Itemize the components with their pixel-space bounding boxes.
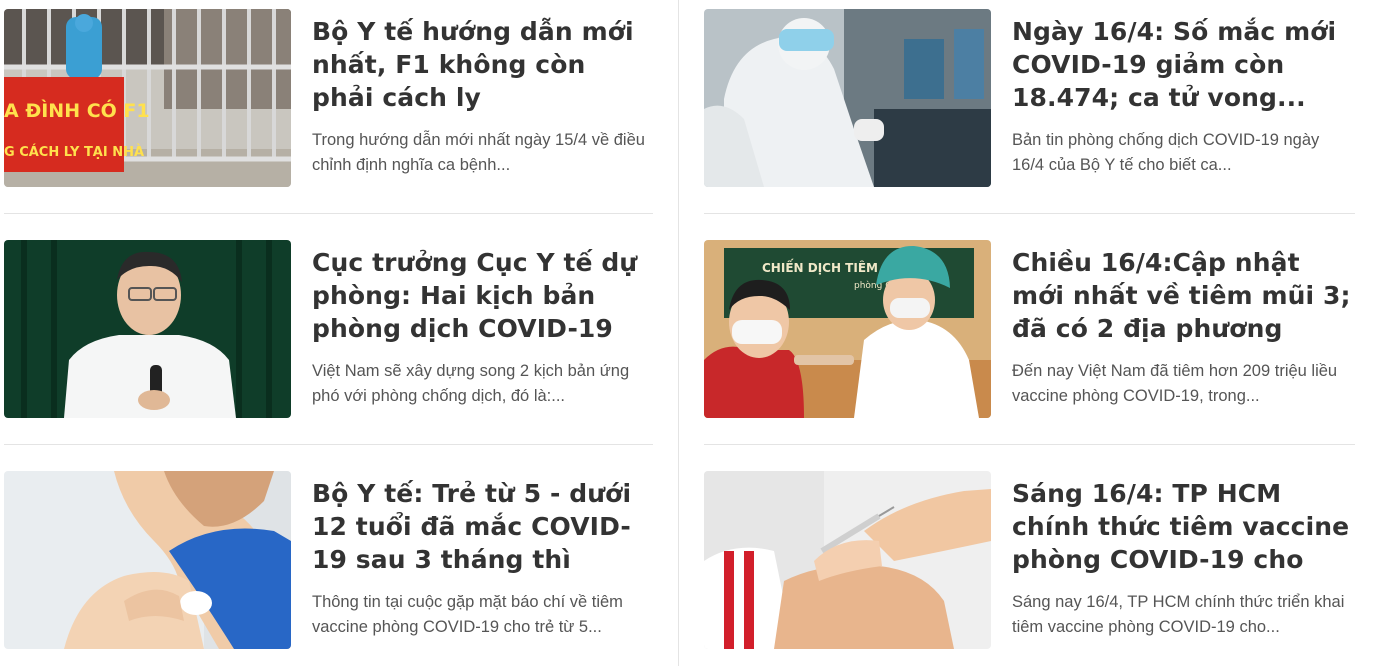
article-text: Bộ Y tế: Trẻ từ 5 - dưới 12 tuổi đã mắc … xyxy=(312,471,652,649)
article-card[interactable]: Sáng 16/4: TP HCM chính thức tiêm vaccin… xyxy=(704,471,1352,649)
article-title[interactable]: Bộ Y tế hướng dẫn mới nhất, F1 không còn… xyxy=(312,15,652,114)
row-divider xyxy=(704,444,1355,445)
syringe-injection-image xyxy=(704,471,991,649)
article-card[interactable]: A ĐÌNH CÓ F1 G CÁCH LY TẠI NHÀ Bộ Y tế h… xyxy=(4,9,652,187)
article-summary: Đến nay Việt Nam đã tiêm hơn 209 triệu l… xyxy=(1012,362,1338,405)
article-text: Chiều 16/4:Cập nhật mới nhất về tiêm mũi… xyxy=(1012,240,1352,418)
article-text: Cục trưởng Cục Y tế dự phòng: Hai kịch b… xyxy=(312,240,652,418)
article-title[interactable]: Cục trưởng Cục Y tế dự phòng: Hai kịch b… xyxy=(312,246,652,345)
article-title[interactable]: Sáng 16/4: TP HCM chính thức tiêm vaccin… xyxy=(1012,477,1352,576)
sign-text-line2: G CÁCH LY TẠI NHÀ xyxy=(4,144,144,160)
article-title[interactable]: Chiều 16/4:Cập nhật mới nhất về tiêm mũi… xyxy=(1012,246,1352,345)
article-thumbnail[interactable]: CHIẾN DỊCH TIÊM CH phòng COVID-19 xyxy=(704,240,991,418)
article-card[interactable]: CHIẾN DỊCH TIÊM CH phòng COVID-19 Chiều … xyxy=(704,240,1352,418)
article-thumbnail[interactable] xyxy=(704,471,991,649)
article-text: Ngày 16/4: Số mắc mới COVID-19 giảm còn … xyxy=(1012,9,1352,187)
row-divider xyxy=(704,213,1355,214)
article-title[interactable]: Ngày 16/4: Số mắc mới COVID-19 giảm còn … xyxy=(1012,15,1352,114)
column-divider xyxy=(678,0,679,666)
article-text: Bộ Y tế hướng dẫn mới nhất, F1 không còn… xyxy=(312,9,652,187)
article-summary: Sáng nay 16/4, TP HCM chính thức triển k… xyxy=(1012,593,1345,636)
official-portrait-image xyxy=(4,240,291,418)
student-vaccination-image: CHIẾN DỊCH TIÊM CH phòng COVID-19 xyxy=(704,240,991,418)
article-card[interactable]: Cục trưởng Cục Y tế dự phòng: Hai kịch b… xyxy=(4,240,652,418)
sign-text-line1: A ĐÌNH CÓ F1 xyxy=(4,98,150,122)
article-summary: Việt Nam sẽ xây dựng song 2 kịch bản ứng… xyxy=(312,362,630,405)
article-card[interactable]: Ngày 16/4: Số mắc mới COVID-19 giảm còn … xyxy=(704,9,1352,187)
row-divider xyxy=(4,213,653,214)
article-thumbnail[interactable] xyxy=(4,240,291,418)
child-vaccination-image xyxy=(4,471,291,649)
article-summary: Thông tin tại cuộc gặp mặt báo chí về ti… xyxy=(312,593,623,636)
article-title[interactable]: Bộ Y tế: Trẻ từ 5 - dưới 12 tuổi đã mắc … xyxy=(312,477,652,576)
article-card[interactable]: Bộ Y tế: Trẻ từ 5 - dưới 12 tuổi đã mắc … xyxy=(4,471,652,649)
article-summary: Trong hướng dẫn mới nhất ngày 15/4 về đi… xyxy=(312,131,645,174)
article-thumbnail[interactable] xyxy=(704,9,991,187)
article-text: Sáng 16/4: TP HCM chính thức tiêm vaccin… xyxy=(1012,471,1352,649)
article-summary: Bản tin phòng chống dịch COVID-19 ngày 1… xyxy=(1012,131,1320,174)
row-divider xyxy=(4,444,653,445)
news-grid: A ĐÌNH CÓ F1 G CÁCH LY TẠI NHÀ Bộ Y tế h… xyxy=(0,0,1393,666)
quarantine-sign-image: A ĐÌNH CÓ F1 G CÁCH LY TẠI NHÀ xyxy=(4,9,291,187)
article-thumbnail[interactable] xyxy=(4,471,291,649)
health-worker-image xyxy=(704,9,991,187)
article-thumbnail[interactable]: A ĐÌNH CÓ F1 G CÁCH LY TẠI NHÀ xyxy=(4,9,291,187)
